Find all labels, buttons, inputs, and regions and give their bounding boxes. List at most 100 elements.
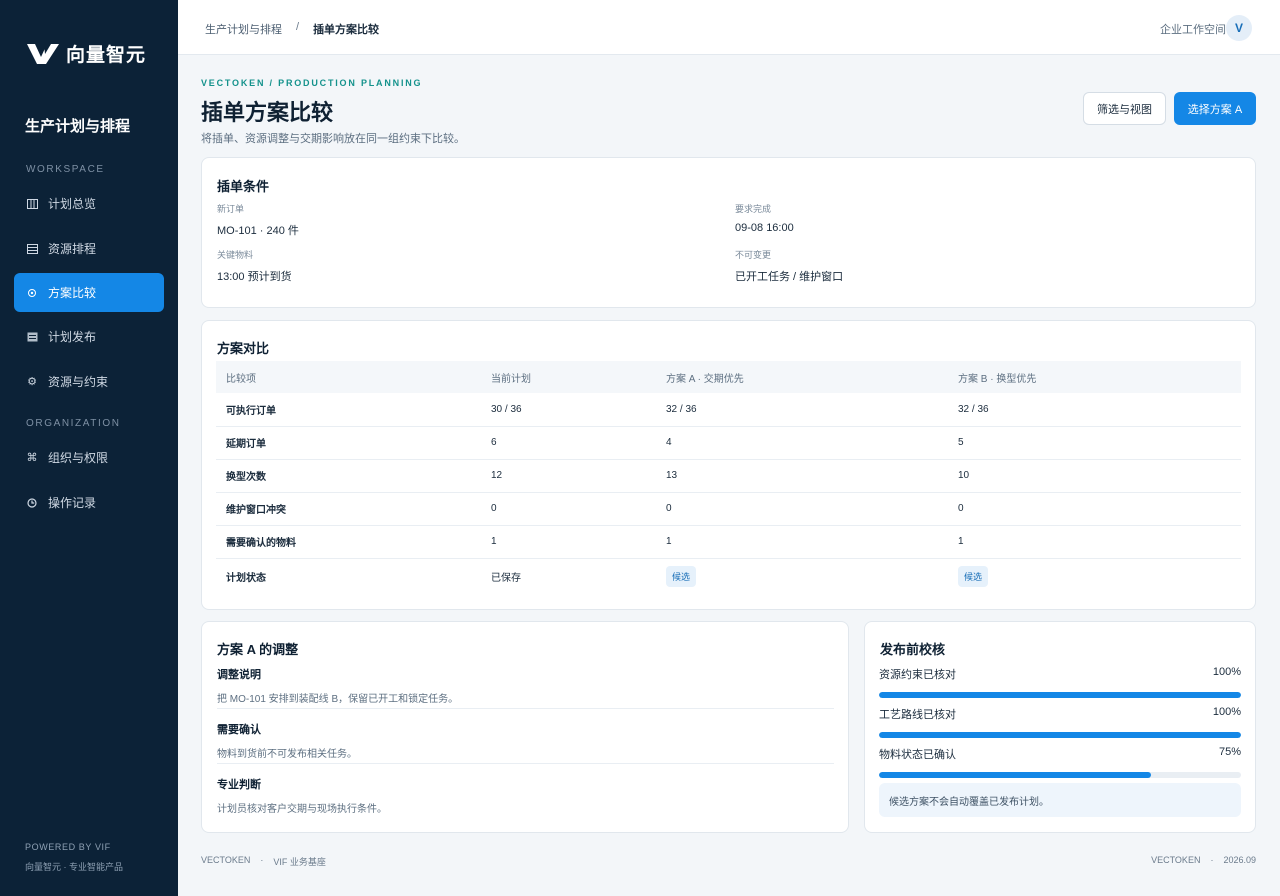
cell-current: 30 / 36 [491, 393, 666, 427]
table-row: 可执行订单 30 / 36 32 / 36 32 / 36 [216, 393, 1241, 427]
conditions-card: 插单条件 新订单 MO-101 · 240 件 要求完成 09-08 16:00… [201, 157, 1256, 308]
adjustments-card: 方案 A 的调整 调整说明 把 MO-101 安排到装配线 B，保留已开工和锁定… [201, 621, 849, 833]
cell-plan-a-status: 候选 [666, 558, 958, 594]
cell-current: 6 [491, 426, 666, 460]
breadcrumb-parent[interactable]: 生产计划与排程 [205, 21, 282, 37]
sidebar-item-resource-scheduling[interactable]: 资源排程 [14, 229, 164, 268]
row-label: 维护窗口冲突 [216, 492, 491, 526]
table-row: 维护窗口冲突 0 0 0 [216, 492, 1241, 526]
cell-plan-b: 10 [958, 459, 1241, 493]
field-value-due: 09-08 16:00 [735, 222, 794, 234]
check-label: 资源约束已核对 [879, 669, 956, 681]
field-label-immutable: 不可变更 [735, 250, 772, 260]
progress-track [879, 772, 1241, 778]
cell-current-status: 已保存 [491, 572, 521, 584]
status-badge: 候选 [666, 565, 697, 587]
sidebar-item-label: 操作记录 [48, 496, 97, 510]
field-label-new-order: 新订单 [217, 204, 245, 214]
adjustment-item: 调整说明 把 MO-101 安排到装配线 B，保留已开工和锁定任务。 [217, 666, 834, 705]
check-value: 100% [1212, 666, 1241, 678]
cell-plan-b: 32 / 36 [958, 393, 1241, 427]
adjustment-item-desc: 物料到货前不可发布相关任务。 [217, 749, 357, 760]
sidebar-item-plan-release[interactable]: 计划发布 [14, 317, 164, 356]
sidebar-item-operation-log[interactable]: 操作记录 [14, 483, 164, 522]
powered-by: POWERED BY VIF [25, 842, 111, 852]
page-title: 插单方案比较 [201, 100, 334, 125]
comparison-title: 方案对比 [217, 341, 270, 356]
cell-plan-a: 0 [666, 492, 958, 526]
release-checks-card: 发布前校核 资源约束已核对 100% 工艺路线已核对 100% 物料状态已确认 … [864, 621, 1256, 833]
command-icon: ⌘ [26, 452, 38, 464]
cell-plan-a: 1 [666, 525, 958, 559]
progress-fill [879, 732, 1241, 738]
release-checks-title: 发布前校核 [880, 642, 946, 657]
cell-plan-a: 32 / 36 [666, 393, 958, 427]
adjustment-item: 专业判断 计划员核对客户交期与现场执行条件。 [217, 776, 834, 815]
cell-current: 12 [491, 459, 666, 493]
row-label: 可执行订单 [216, 393, 491, 427]
brand-logo[interactable]: 向量智元 [26, 40, 146, 67]
field-label-due: 要求完成 [735, 204, 772, 214]
conditions-title: 插单条件 [217, 179, 270, 194]
clock-icon [26, 497, 38, 509]
check-value: 75% [1218, 746, 1241, 758]
avatar[interactable]: V [1226, 15, 1252, 41]
footer-dot: · [260, 855, 264, 865]
select-plan-a-button[interactable]: 选择方案 A [1174, 92, 1256, 125]
cell-current: 1 [491, 525, 666, 559]
brand-name: 向量智元 [66, 45, 147, 66]
target-icon [26, 287, 38, 299]
row-label: 计划状态 [226, 572, 266, 584]
table-row: 换型次数 12 13 10 [216, 459, 1241, 493]
cell-plan-b: 5 [958, 426, 1241, 460]
progress-fill [879, 692, 1241, 698]
footer-brand: VECTOKEN [201, 855, 251, 865]
check-value: 100% [1212, 706, 1241, 718]
row-label: 换型次数 [216, 459, 491, 493]
section-label-workspace: WORKSPACE [26, 164, 105, 175]
release-note: 候选方案不会自动覆盖已发布计划。 [879, 783, 1241, 817]
sidebar-item-plan-comparison[interactable]: 方案比较 [14, 273, 164, 312]
powered-by-subtitle: 向量智元 · 专业智能产品 [25, 862, 123, 872]
sidebar-item-label: 计划发布 [48, 330, 97, 344]
cell-plan-a: 4 [666, 426, 958, 460]
breadcrumb-separator: / [296, 21, 300, 33]
check-row: 资源约束已核对 100% [879, 666, 1241, 698]
footer-version: 2026.09 [1223, 855, 1256, 865]
adjustment-item-desc: 计划员核对客户交期与现场执行条件。 [217, 804, 387, 815]
field-label-key-material: 关键物料 [217, 250, 254, 260]
footer-brand: VECTOKEN [1151, 855, 1201, 865]
cell-plan-b-status: 候选 [958, 558, 1241, 594]
gear-icon: ⚙ [27, 376, 37, 388]
breadcrumb: 生产计划与排程 / 插单方案比较 [205, 21, 379, 37]
field-value-key-material: 13:00 预计到货 [217, 271, 292, 283]
footer-right: VECTOKEN · 2026.09 [1151, 855, 1256, 865]
cell-current: 0 [491, 492, 666, 526]
list-icon [26, 243, 38, 255]
sidebar-item-label: 计划总览 [48, 197, 97, 211]
sidebar-item-plan-overview[interactable]: 计划总览 [14, 184, 164, 223]
sidebar-item-label: 方案比较 [48, 286, 97, 300]
adjustment-item-title: 专业判断 [217, 779, 261, 791]
sidebar-item-org-permissions[interactable]: ⌘ 组织与权限 [14, 438, 164, 477]
filter-view-button[interactable]: 筛选与视图 [1083, 92, 1166, 125]
column-header: 方案 A · 交期优先 [666, 361, 958, 393]
sidebar-item-label: 资源排程 [48, 242, 97, 256]
progress-fill [879, 772, 1151, 778]
adjustment-item-title: 需要确认 [217, 724, 261, 736]
adjustments-title: 方案 A 的调整 [217, 642, 299, 657]
document-icon [26, 331, 38, 343]
sidebar: 向量智元 生产计划与排程 WORKSPACE 计划总览 资源排程 方案比较 计划… [0, 0, 178, 896]
progress-track [879, 732, 1241, 738]
divider [217, 763, 834, 764]
row-label: 需要确认的物料 [216, 525, 491, 559]
footer-platform: VIF 业务基座 [273, 857, 326, 867]
workspace-switcher[interactable]: 企业工作空间 [1160, 21, 1226, 37]
sidebar-item-resources-constraints[interactable]: ⚙ 资源与约束 [14, 362, 164, 401]
sidebar-item-label: 组织与权限 [48, 451, 109, 465]
check-row: 工艺路线已核对 100% [879, 706, 1241, 738]
field-value-new-order: MO-101 · 240 件 [217, 225, 299, 237]
row-label: 延期订单 [216, 426, 491, 460]
product-title: 生产计划与排程 [25, 118, 131, 135]
check-label: 物料状态已确认 [879, 749, 956, 761]
